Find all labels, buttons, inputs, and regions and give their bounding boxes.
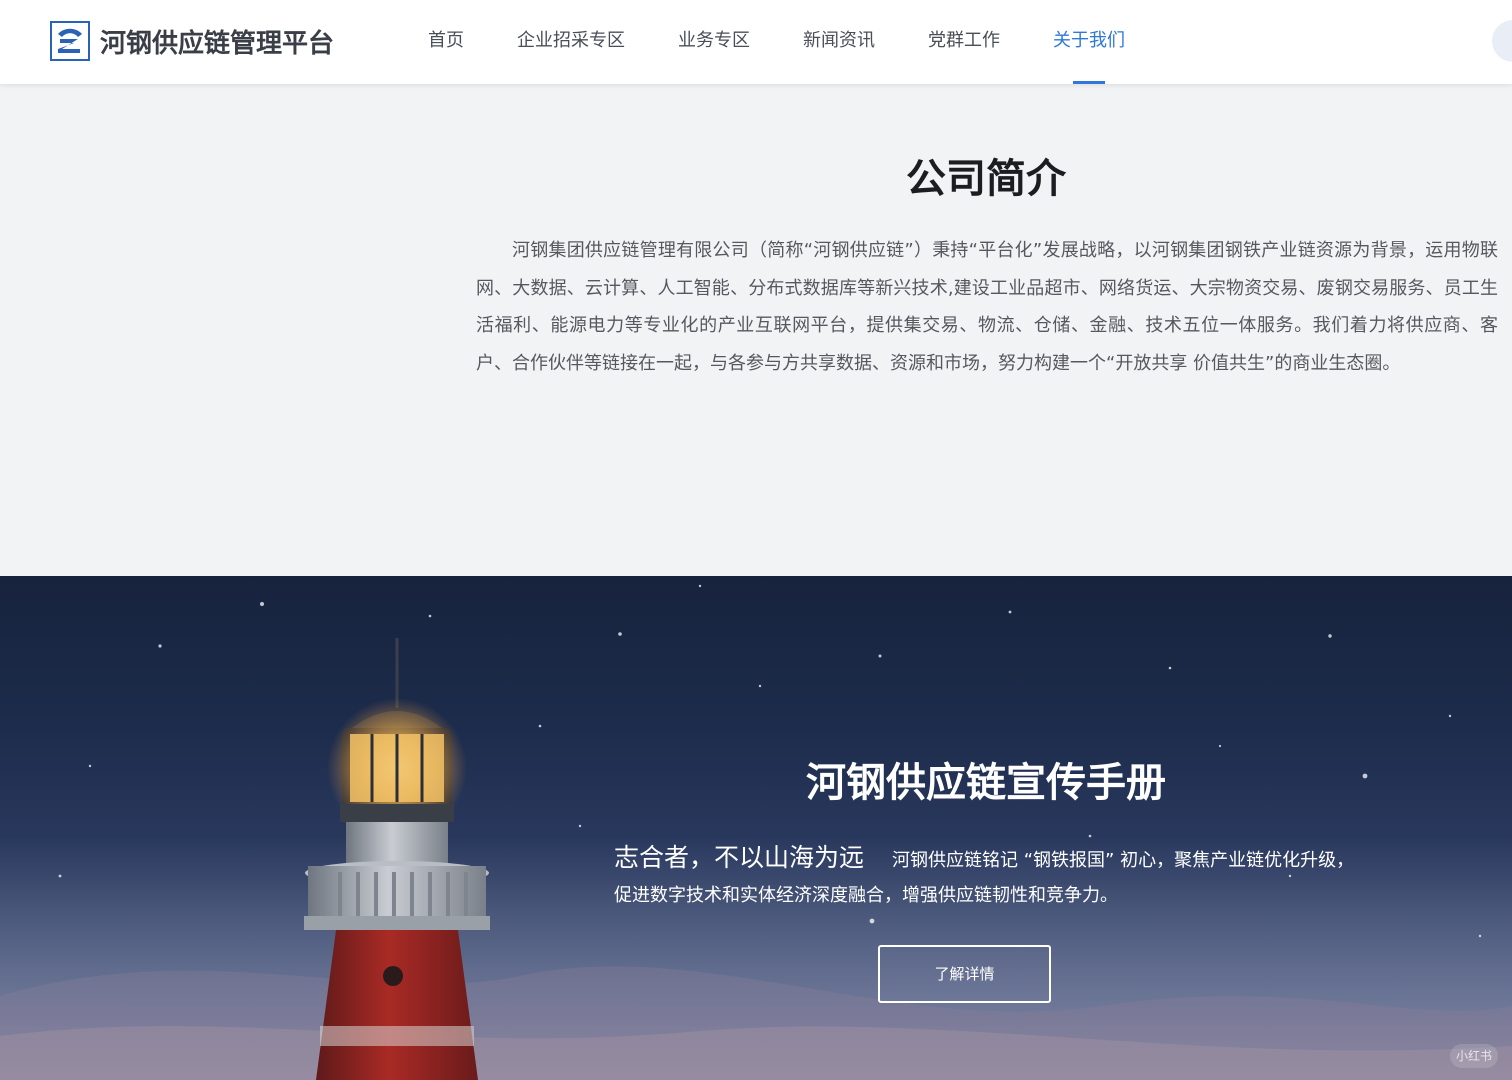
brochure-title: 河钢供应链宣传手册: [806, 760, 1166, 806]
site-logo[interactable]: 河钢供应链管理平台: [50, 21, 334, 61]
watermark: 小红书: [1449, 1044, 1498, 1068]
banner-description-1: 河钢供应链铭记 “钢铁报国” 初心，聚焦产业链优化升级，: [892, 850, 1355, 871]
lighthouse-night-illustration: [0, 584, 1512, 1080]
user-avatar[interactable]: [1492, 20, 1512, 62]
top-header: 河钢供应链管理平台 首页 企业招采专区 业务专区 新闻资讯 党群工作 关于我们: [0, 0, 1512, 84]
banner-text-line-1: 志合者，不以山海为远 河钢供应链铭记 “钢铁报国” 初心，聚焦产业链优化升级，: [614, 838, 1354, 874]
nav-item-party-work[interactable]: 党群工作: [928, 0, 1000, 84]
learn-more-button[interactable]: 了解详情: [878, 945, 1051, 1003]
nav-item-business[interactable]: 业务专区: [678, 0, 750, 84]
intro-paragraph: 河钢集团供应链管理有限公司（简称“河钢供应链”）秉持“平台化”发展战略，以河钢集…: [476, 240, 1498, 374]
nav-item-home[interactable]: 首页: [428, 0, 464, 84]
intro-title: 公司简介: [906, 156, 1066, 202]
logo-icon: [50, 21, 90, 61]
nav-item-about-us[interactable]: 关于我们: [1053, 0, 1125, 84]
banner-description-2: 促进数字技术和实体经济深度融合，增强供应链韧性和竞争力。: [614, 885, 1118, 906]
brochure-banner: 河钢供应链宣传手册 志合者，不以山海为远 河钢供应链铭记 “钢铁报国” 初心，聚焦…: [0, 576, 1512, 1080]
nav-item-procurement[interactable]: 企业招采专区: [517, 0, 625, 84]
company-intro-section: 公司简介 河钢集团供应链管理有限公司（简称“河钢供应链”）秉持“平台化”发展战略…: [0, 84, 1512, 576]
main-nav: 首页 企业招采专区 业务专区 新闻资讯 党群工作 关于我们: [428, 0, 1178, 84]
nav-item-news[interactable]: 新闻资讯: [803, 0, 875, 84]
slogan-text: 志合者，不以山海为远: [614, 843, 865, 872]
logo-text: 河钢供应链管理平台: [100, 28, 335, 59]
